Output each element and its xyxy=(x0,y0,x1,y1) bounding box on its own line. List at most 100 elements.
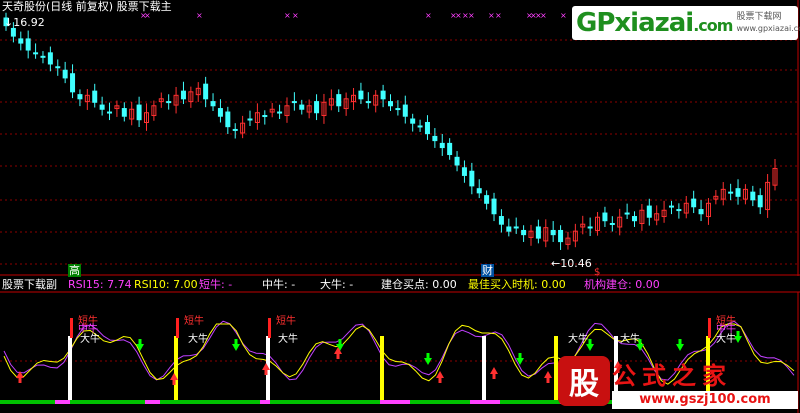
candle-body xyxy=(476,188,482,194)
down-arrow-stem xyxy=(678,339,682,344)
candle-body xyxy=(402,104,408,117)
candle-body xyxy=(632,216,638,222)
gpxiazai-brand: GPxiazai.com xyxy=(576,8,733,38)
down-arrow-stem xyxy=(736,331,740,336)
candle-body xyxy=(25,38,31,51)
price-low-label: ←10.46 xyxy=(551,257,592,270)
candle-body xyxy=(668,205,674,208)
candle-body xyxy=(136,104,142,121)
candle-body xyxy=(469,170,475,187)
candle-body xyxy=(217,108,223,117)
candle-body xyxy=(121,108,127,117)
price-high-label: ↓16.92 xyxy=(4,16,45,29)
candle-body xyxy=(558,229,564,243)
candle-body xyxy=(587,226,593,229)
candle-body xyxy=(461,167,467,176)
candle-body xyxy=(395,108,401,111)
up-arrow-icon xyxy=(490,367,498,374)
candle-body xyxy=(646,205,652,218)
candle-body xyxy=(498,216,504,225)
footer-logo-url: www.gszj100.com xyxy=(612,391,798,409)
candle-body xyxy=(358,90,364,100)
big-signal-label: 大牛 xyxy=(80,332,100,345)
candle-body xyxy=(166,101,172,104)
baseline-pink xyxy=(470,400,500,404)
up-arrow-stem xyxy=(172,380,176,385)
candle-body xyxy=(506,226,512,232)
candle-body xyxy=(107,111,113,114)
arrow-icon: ↓ xyxy=(4,16,14,29)
down-arrow-stem xyxy=(426,353,430,358)
down-arrow-stem xyxy=(338,339,342,344)
candle-body xyxy=(602,212,608,222)
short-signal-bar xyxy=(268,318,271,338)
baseline-pink xyxy=(55,400,70,404)
down-arrow-icon xyxy=(676,344,684,351)
candle-body xyxy=(676,209,682,212)
signal-bar xyxy=(68,336,72,400)
candle-body xyxy=(314,101,320,114)
candlestick-chart[interactable]: ×××××××××××××××××××××××××× xyxy=(0,0,800,276)
candle-body xyxy=(55,66,61,69)
candle-body xyxy=(491,198,497,215)
candle-body xyxy=(18,38,24,44)
big-signal-label: 大牛 xyxy=(568,332,588,345)
down-arrow-icon xyxy=(586,344,594,351)
down-arrow-stem xyxy=(638,339,642,344)
candle-body xyxy=(728,191,734,194)
signal-marker: × xyxy=(196,11,203,20)
short-signal-label: 短牛 xyxy=(184,314,204,327)
candle-body xyxy=(417,125,423,128)
candle-body xyxy=(698,209,704,215)
signal-marker: × xyxy=(468,11,475,20)
candle-body xyxy=(10,27,16,37)
signal-marker: × xyxy=(292,11,299,20)
candle-body xyxy=(454,156,460,166)
candle-body xyxy=(410,118,416,124)
candle-body xyxy=(609,222,615,225)
signal-bar xyxy=(174,336,178,400)
candle-body xyxy=(380,90,386,100)
candle-body xyxy=(535,226,541,239)
down-arrow-icon xyxy=(232,344,240,351)
up-arrow-stem xyxy=(492,374,496,379)
candle-body xyxy=(388,101,393,107)
candle-body xyxy=(232,128,238,131)
up-arrow-icon xyxy=(544,371,552,378)
signal-marker: × xyxy=(455,11,462,20)
candle-body xyxy=(757,195,763,208)
up-arrow-stem xyxy=(264,370,268,375)
down-arrow-stem xyxy=(138,339,142,344)
signal-marker: × xyxy=(488,11,495,20)
candle-body xyxy=(247,118,253,121)
up-arrow-stem xyxy=(438,378,442,383)
big-signal-label: 大牛 xyxy=(716,332,736,345)
down-arrow-stem xyxy=(234,339,238,344)
big-signal-label: 大牛 xyxy=(620,332,640,345)
signal-marker: × xyxy=(284,11,291,20)
candle-body xyxy=(624,212,630,215)
short-signal-label: 短牛 xyxy=(276,314,296,327)
candle-body xyxy=(691,198,697,208)
down-arrow-stem xyxy=(518,353,522,358)
up-arrow-stem xyxy=(18,378,22,383)
candle-body xyxy=(33,52,39,55)
gpxiazai-sub1: 股票下载网 xyxy=(736,12,782,22)
short-signal-bar xyxy=(176,318,179,338)
candle-body xyxy=(439,142,445,149)
candle-body xyxy=(299,104,305,110)
candle-body xyxy=(47,52,53,65)
big-signal-label: 大牛 xyxy=(188,332,208,345)
candle-body xyxy=(70,73,76,93)
signal-bar xyxy=(482,336,486,400)
candle-body xyxy=(40,55,46,58)
candle-body xyxy=(365,101,371,104)
candle-body xyxy=(277,111,283,114)
candle-body xyxy=(225,111,231,128)
chart-window: ×××××××××××××××××××××××××× 天奇股份(日线 前复权) … xyxy=(0,0,800,413)
candle-body xyxy=(484,195,490,204)
candle-body xyxy=(432,135,438,142)
short-signal-bar xyxy=(708,318,711,338)
seal-logo: 股 xyxy=(558,356,610,406)
candle-body xyxy=(336,94,342,107)
